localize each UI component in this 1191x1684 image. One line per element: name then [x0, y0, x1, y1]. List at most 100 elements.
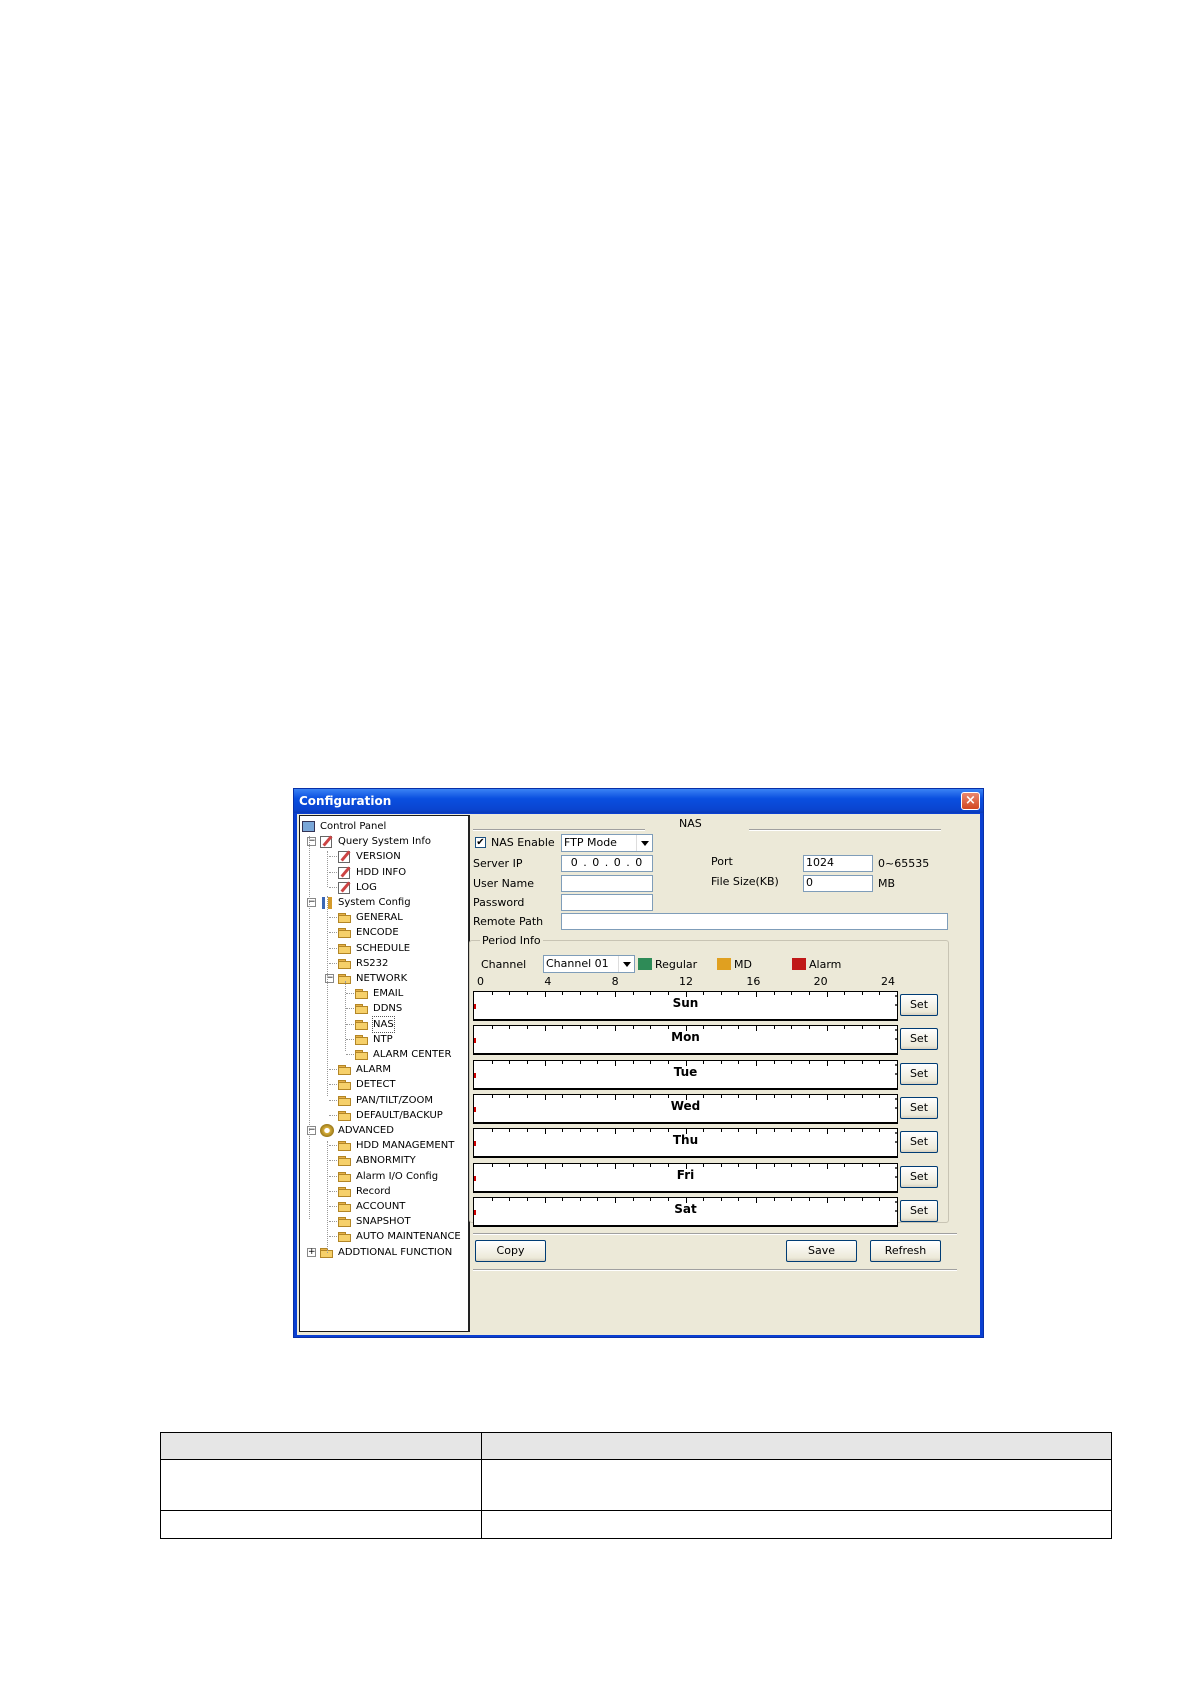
tree-item-nas[interactable]: NAS — [300, 1015, 466, 1033]
schedule-row-tue[interactable]: Tue — [473, 1060, 898, 1090]
tree-item-label: SCHEDULE — [356, 942, 411, 954]
navigation-tree[interactable]: Control Panel − Query System Info VERSION HD… — [299, 815, 470, 1332]
schedule-row-fri[interactable]: Fri — [473, 1163, 898, 1193]
schedule-row-sun[interactable]: Sun — [473, 991, 898, 1021]
file-size-field[interactable]: 0 — [803, 875, 873, 892]
tree-item-control-panel[interactable]: Control Panel — [300, 819, 466, 834]
hour-tick — [791, 1026, 793, 1029]
close-button[interactable]: × — [961, 792, 980, 810]
day-label: Tue — [673, 1065, 698, 1079]
hour-tick — [491, 1129, 493, 1132]
section-rule-left — [473, 829, 645, 831]
hour-tick — [773, 992, 775, 995]
tree-item-label: DEFAULT/BACKUP — [356, 1109, 443, 1121]
hour-tick — [597, 1095, 599, 1098]
hour-tick — [879, 1129, 881, 1132]
schedule-row-sat[interactable]: Sat — [473, 1197, 898, 1227]
set-button-tue[interactable]: Set — [900, 1063, 938, 1085]
tree-item-snapshot[interactable]: SNAPSHOT — [300, 1214, 466, 1229]
set-button-fri[interactable]: Set — [900, 1166, 938, 1188]
tree-item-version[interactable]: VERSION — [300, 849, 466, 864]
hour-tick — [562, 992, 564, 995]
nas-enable-checkbox[interactable]: ✔ — [475, 837, 486, 848]
tree-item-query-system-info[interactable]: − Query System Info — [300, 834, 466, 849]
hour-tick — [808, 1164, 810, 1167]
tree-item-alarm-center[interactable]: ALARM CENTER — [300, 1047, 466, 1062]
tree-item-addtional-function[interactable]: + ADDTIONAL FUNCTION — [300, 1245, 466, 1260]
tree-item-default-backup[interactable]: DEFAULT/BACKUP — [300, 1108, 466, 1123]
password-field[interactable] — [561, 894, 653, 911]
table-header-row — [160, 1432, 1112, 1460]
hour-tick — [526, 992, 528, 995]
channel-value: Channel 01 — [546, 957, 609, 970]
tree-item-ddns[interactable]: DDNS — [300, 1001, 466, 1016]
schedule-row-thu[interactable]: Thu — [473, 1128, 898, 1158]
tree-item-general[interactable]: GENERAL — [300, 910, 466, 925]
set-button-wed[interactable]: Set — [900, 1097, 938, 1119]
hour-tick — [491, 1164, 493, 1167]
tree-item-network[interactable]: − NETWORK — [300, 971, 466, 986]
tree-item-system-config[interactable]: − System Config — [300, 895, 466, 910]
folder-icon — [338, 1186, 352, 1197]
tree-item-alarm[interactable]: ALARM — [300, 1062, 466, 1077]
hour-tick — [491, 1026, 493, 1029]
server-ip-field[interactable]: 0 . 0 . 0 . 0 — [561, 855, 653, 872]
nas-enable-label: NAS Enable — [491, 836, 555, 849]
tree-item-abnormity[interactable]: ABNORMITY — [300, 1153, 466, 1168]
tree-item-account[interactable]: ACCOUNT — [300, 1199, 466, 1214]
hour-tick — [597, 1026, 599, 1029]
remote-path-field[interactable] — [561, 913, 948, 930]
tree-item-hdd-info[interactable]: HDD INFO — [300, 865, 466, 880]
hour-tick — [509, 1164, 511, 1167]
tree-item-pan-tilt-zoom[interactable]: PAN/TILT/ZOOM — [300, 1093, 466, 1108]
tree-connector — [329, 962, 337, 964]
set-button-thu[interactable]: Set — [900, 1131, 938, 1153]
set-button-mon[interactable]: Set — [900, 1028, 938, 1050]
schedule-row-mon[interactable]: Mon — [473, 1025, 898, 1055]
hour-tick — [844, 1198, 846, 1201]
hour-tick — [738, 992, 740, 995]
hour-tick — [720, 1164, 722, 1167]
schedule-row-wed[interactable]: Wed — [473, 1094, 898, 1124]
tree-guide-line — [309, 836, 310, 1219]
copy-button[interactable]: Copy — [475, 1240, 546, 1262]
tree-item-hdd-management[interactable]: HDD MANAGEMENT — [300, 1138, 466, 1153]
tree-item-record[interactable]: Record — [300, 1184, 466, 1199]
hour-tick — [738, 1198, 740, 1201]
tree-item-label: SNAPSHOT — [356, 1216, 411, 1228]
tree-item-rs232[interactable]: RS232 — [300, 956, 466, 971]
chevron-down-icon — [618, 956, 634, 972]
hour-tick — [579, 1129, 581, 1132]
tree-item-alarm-i-o-config[interactable]: Alarm I/O Config — [300, 1169, 466, 1184]
legend-swatch-regular — [638, 958, 652, 970]
tree-connector — [329, 1114, 337, 1116]
tree-item-label: GENERAL — [356, 912, 403, 924]
tree-item-auto-maintenance[interactable]: AUTO MAINTENANCE — [300, 1229, 466, 1244]
save-button[interactable]: Save — [786, 1240, 857, 1262]
nas-mode-select[interactable]: FTP Mode — [561, 834, 653, 852]
set-button-sat[interactable]: Set — [900, 1200, 938, 1222]
tree-item-email[interactable]: EMAIL — [300, 986, 466, 1001]
port-range-text: 0~65535 — [878, 857, 930, 870]
tree-item-label: NTP — [373, 1033, 393, 1045]
hour-tick — [861, 1095, 863, 1098]
hour-tick — [562, 1164, 564, 1167]
port-field[interactable]: 1024 — [803, 855, 873, 872]
tree-item-ntp[interactable]: NTP — [300, 1032, 466, 1047]
legend-label-alarm: Alarm — [809, 958, 842, 971]
tree-item-log[interactable]: LOG — [300, 880, 466, 895]
day-label: Sat — [674, 1202, 697, 1216]
tree-item-encode[interactable]: ENCODE — [300, 925, 466, 940]
hour-tick — [879, 992, 881, 995]
day-label: Thu — [672, 1133, 699, 1147]
tree-item-advanced[interactable]: − ADVANCED — [300, 1123, 466, 1138]
refresh-button[interactable]: Refresh — [870, 1240, 941, 1262]
window-title: Configuration — [294, 789, 983, 813]
tree-item-schedule[interactable]: SCHEDULE — [300, 941, 466, 956]
set-button-sun[interactable]: Set — [900, 994, 938, 1016]
channel-select[interactable]: Channel 01 — [543, 955, 635, 973]
expand-icon[interactable]: + — [307, 1247, 316, 1257]
tree-item-label: ALARM CENTER — [373, 1049, 452, 1060]
tree-item-detect[interactable]: DETECT — [300, 1077, 466, 1092]
user-name-field[interactable] — [561, 875, 653, 892]
